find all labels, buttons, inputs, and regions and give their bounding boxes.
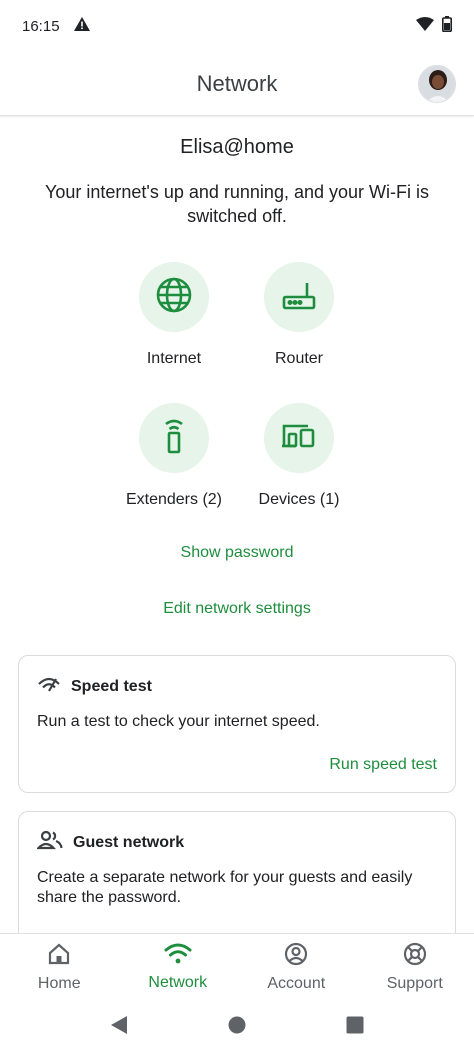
wifi-icon bbox=[164, 943, 192, 970]
nav-label: Account bbox=[267, 975, 326, 992]
tile-label: Extenders (2) bbox=[125, 491, 223, 508]
globe-icon bbox=[154, 275, 194, 320]
nav-label: Home bbox=[37, 975, 81, 992]
nav-item-home[interactable]: Home bbox=[0, 934, 119, 1001]
system-navigation bbox=[0, 1001, 474, 1053]
show-password-link[interactable]: Show password bbox=[0, 544, 474, 562]
nav-item-support[interactable]: Support bbox=[356, 934, 474, 1001]
network-content: Elisa@home Your internet's up and runnin… bbox=[0, 116, 474, 933]
edit-network-settings-link[interactable]: Edit network settings bbox=[0, 600, 474, 618]
alert-icon bbox=[73, 17, 90, 35]
back-icon[interactable] bbox=[110, 1015, 128, 1040]
tile-label: Router bbox=[274, 350, 324, 367]
extender-icon bbox=[154, 416, 194, 461]
speed-test-icon bbox=[37, 674, 61, 699]
speed-test-description: Run a test to check your internet speed. bbox=[37, 713, 320, 730]
tile-label: Devices (1) bbox=[258, 491, 340, 508]
guest-network-icon bbox=[35, 830, 63, 855]
status-time: 16:15 bbox=[22, 17, 60, 35]
avatar[interactable] bbox=[418, 65, 456, 103]
page-title: Network bbox=[196, 70, 278, 96]
recents-icon[interactable] bbox=[346, 1016, 364, 1039]
home-button-icon[interactable] bbox=[228, 1016, 246, 1039]
speed-test-title: Speed test bbox=[71, 677, 152, 695]
support-icon bbox=[403, 942, 427, 971]
router-icon bbox=[279, 275, 319, 320]
tile-router[interactable]: Router bbox=[229, 262, 369, 368]
guest-network-description: Create a separate network for your guest… bbox=[37, 869, 413, 906]
nav-label: Support bbox=[386, 975, 443, 992]
devices-icon bbox=[278, 416, 320, 461]
guest-network-card[interactable]: Guest network Create a separate network … bbox=[18, 811, 456, 933]
bottom-navigation: Home Network Account Support bbox=[0, 933, 474, 1001]
tile-label: Internet bbox=[146, 350, 202, 367]
nav-label: Network bbox=[148, 974, 208, 991]
tile-extenders[interactable]: Extenders (2) bbox=[104, 403, 244, 509]
speed-test-card[interactable]: Speed test Run a test to check your inte… bbox=[18, 655, 456, 793]
run-speed-test-button[interactable]: Run speed test bbox=[329, 756, 437, 774]
account-icon bbox=[284, 942, 308, 971]
guest-network-title: Guest network bbox=[73, 833, 185, 851]
wifi-icon bbox=[416, 17, 434, 35]
battery-icon bbox=[442, 16, 452, 36]
network-name: Elisa@home bbox=[180, 136, 294, 158]
app-bar: Network bbox=[0, 52, 474, 116]
tile-devices[interactable]: Devices (1) bbox=[229, 403, 369, 509]
nav-item-network[interactable]: Network bbox=[119, 934, 238, 1001]
status-bar: 16:15 bbox=[0, 0, 474, 52]
network-status-message: Your internet's up and running, and your… bbox=[45, 182, 429, 226]
tile-internet[interactable]: Internet bbox=[104, 262, 244, 368]
nav-item-account[interactable]: Account bbox=[237, 934, 356, 1001]
home-icon bbox=[47, 942, 71, 971]
